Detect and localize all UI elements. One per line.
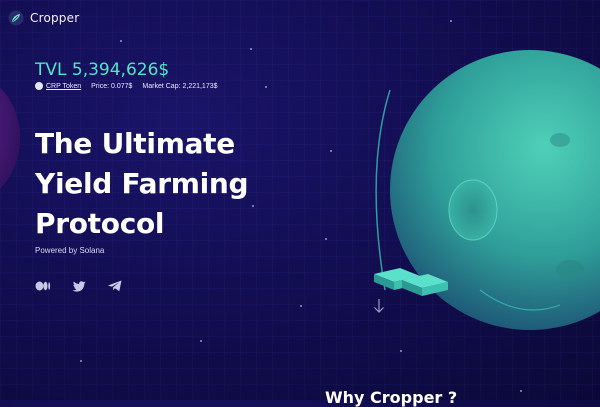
twitter-icon[interactable] xyxy=(71,280,87,292)
headline-line: The Ultimate xyxy=(35,127,235,160)
token-price: Price: 0.077$ xyxy=(91,82,133,90)
arrow-down-icon[interactable] xyxy=(373,298,385,314)
cropper-logo-icon[interactable] xyxy=(8,10,24,26)
hero-headline: The Ultimate Yield Farming Protocol xyxy=(35,124,249,244)
top-bar: Cropper xyxy=(8,8,79,28)
social-links xyxy=(35,280,123,292)
crp-token-icon xyxy=(35,82,43,90)
brand-name[interactable]: Cropper xyxy=(30,11,79,25)
market-cap: Market Cap: 2,221,173$ xyxy=(142,82,218,90)
purple-planet-illustration xyxy=(0,87,20,189)
crp-token-link[interactable]: CRP Token xyxy=(35,82,81,90)
powered-by-text: Powered by Solana xyxy=(35,246,105,255)
telegram-icon[interactable] xyxy=(107,280,123,292)
tvl-value: TVL 5,394,626$ xyxy=(35,60,170,80)
token-stats-row: CRP Token Price: 0.077$ Market Cap: 2,22… xyxy=(35,82,218,90)
why-cropper-heading: Why Cropper ? xyxy=(325,388,458,407)
crp-token-label: CRP Token xyxy=(46,82,82,90)
medium-icon[interactable] xyxy=(35,280,51,292)
headline-line: Yield Farming xyxy=(35,167,249,200)
headline-line: Protocol xyxy=(35,207,165,240)
